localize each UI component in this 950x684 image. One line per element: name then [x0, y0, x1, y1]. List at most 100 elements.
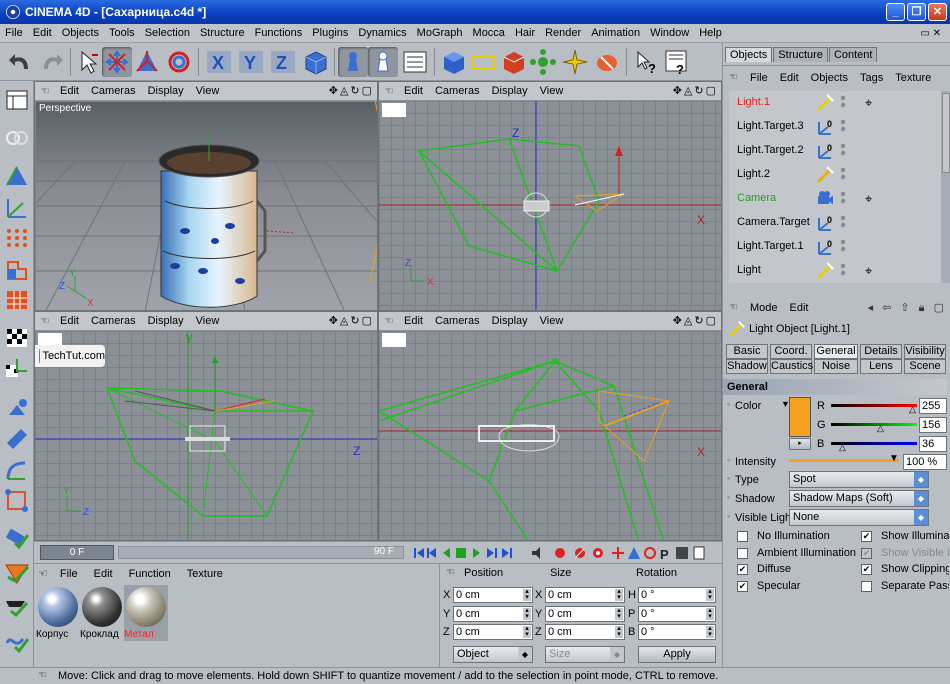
menu-hair[interactable]: Hair: [510, 27, 540, 39]
viewport-nav-icons[interactable]: ✥◬↻▢: [329, 314, 374, 327]
current-frame-field[interactable]: 0 F: [40, 545, 114, 560]
blue-value-field[interactable]: 36: [919, 436, 947, 452]
intensity-slider-handle[interactable]: ▼: [889, 453, 899, 464]
visibility-dots[interactable]: [841, 119, 846, 133]
color-picker-button[interactable]: ▸: [789, 438, 811, 450]
enable-axis-icon[interactable]: [3, 525, 31, 551]
viewport-menu-cameras[interactable]: Cameras: [431, 85, 488, 97]
spline-icon[interactable]: [468, 47, 498, 77]
render-view-icon[interactable]: ?: [632, 47, 662, 77]
separate-pass-checkbox[interactable]: [861, 581, 872, 592]
objects-hand-icon[interactable]: ☜: [723, 72, 744, 83]
objects-menu-tags[interactable]: Tags: [854, 72, 889, 84]
spline-edit-icon[interactable]: [3, 629, 31, 655]
color-swatch[interactable]: [789, 397, 811, 437]
layout-icon[interactable]: [3, 87, 31, 113]
keyframe-selection-icon[interactable]: [593, 548, 603, 558]
blue-slider-handle[interactable]: △: [839, 442, 846, 453]
tab-general[interactable]: General: [814, 344, 858, 359]
menu-animation[interactable]: Animation: [586, 27, 645, 39]
sculpt-icon[interactable]: [3, 395, 31, 421]
sound-icon[interactable]: [532, 547, 540, 559]
viewport-top[interactable]: ☜ Edit Cameras Display View ✥◬↻▢ X: [378, 311, 722, 541]
size-z-field[interactable]: 0 cm ▴ ▾: [545, 624, 625, 640]
show-illumination-checkbox[interactable]: ✔: [861, 531, 872, 542]
rotation-p-field[interactable]: 0 ° ▴ ▾: [638, 606, 716, 622]
timeline-options-icon[interactable]: [693, 546, 705, 560]
material-menu-file[interactable]: File: [52, 568, 86, 580]
position-track-icon[interactable]: [612, 547, 624, 559]
viewport-hand-icon[interactable]: ☜: [382, 86, 396, 97]
array-icon[interactable]: [528, 47, 558, 77]
no-illumination-checkbox[interactable]: [737, 531, 748, 542]
menu-render[interactable]: Render: [540, 27, 586, 39]
auto-key-icon[interactable]: [575, 548, 585, 558]
viewport-menu-edit[interactable]: Edit: [400, 85, 431, 97]
polygons-mode-icon[interactable]: [3, 225, 31, 251]
tab-noise[interactable]: Noise: [814, 359, 858, 374]
target-tag-icon[interactable]: ⌖: [865, 264, 872, 277]
scale-icon[interactable]: [132, 47, 162, 77]
checkerboard-icon[interactable]: [3, 325, 31, 351]
viewport-menu-display[interactable]: Display: [144, 315, 192, 327]
material-menu-texture[interactable]: Texture: [179, 568, 231, 580]
object-row-camera[interactable]: Camera ⌖: [729, 187, 941, 211]
material-item[interactable]: Метал: [124, 585, 168, 641]
material-menu-edit[interactable]: Edit: [86, 568, 121, 580]
viewport-menu-edit[interactable]: Edit: [56, 315, 87, 327]
menu-window[interactable]: Window: [645, 27, 694, 39]
intensity-field[interactable]: 100 %: [903, 454, 947, 470]
x-axis-lock-icon[interactable]: X: [204, 47, 234, 77]
menu-objects[interactable]: Objects: [57, 27, 104, 39]
viewport-menu-cameras[interactable]: Cameras: [431, 315, 488, 327]
object-row-light-target-2[interactable]: Light.Target.2 0: [729, 139, 941, 163]
minimize-button[interactable]: _: [886, 3, 905, 21]
tab-scene[interactable]: Scene: [904, 359, 946, 374]
visibility-dots[interactable]: [841, 191, 846, 205]
rotate-icon[interactable]: [164, 47, 194, 77]
ambient-illumination-checkbox[interactable]: [737, 548, 748, 559]
material-menu-function[interactable]: Function: [121, 568, 179, 580]
viewport-hand-icon[interactable]: ☜: [382, 316, 396, 327]
attributes-menu-edit[interactable]: Edit: [784, 302, 815, 314]
undo-icon[interactable]: [6, 47, 36, 77]
menu-structure[interactable]: Structure: [195, 27, 250, 39]
menu-mograph[interactable]: MoGraph: [412, 27, 468, 39]
attributes-menu-mode[interactable]: Mode: [744, 302, 784, 314]
tab-content[interactable]: Content: [828, 47, 878, 62]
visibility-dots[interactable]: [841, 143, 846, 157]
z-axis-lock-icon[interactable]: Z: [268, 47, 298, 77]
attributes-hand-icon[interactable]: ☜: [723, 302, 744, 313]
tab-structure[interactable]: Structure: [773, 47, 828, 62]
objects-menu-file[interactable]: File: [744, 72, 774, 84]
size-x-field[interactable]: 0 cm ▴ ▾: [545, 587, 625, 603]
object-row-light-1[interactable]: Light.1 ⌖: [729, 91, 941, 115]
uv-points-icon[interactable]: [3, 257, 31, 283]
menu-dynamics[interactable]: Dynamics: [353, 27, 411, 39]
nurbs-icon[interactable]: [498, 47, 528, 77]
scrollbar-thumb[interactable]: [942, 93, 950, 173]
visible-light-dropdown[interactable]: None ◆: [789, 509, 929, 526]
visibility-dots[interactable]: [841, 239, 846, 253]
position-y-field[interactable]: 0 cm ▴ ▾: [453, 606, 533, 622]
viewport-perspective[interactable]: ☜ Edit Cameras Display View ✥◬↻▢ Y X Z P…: [34, 81, 378, 311]
viewport-menu-edit[interactable]: Edit: [56, 85, 87, 97]
y-axis-lock-icon[interactable]: Y: [236, 47, 266, 77]
menu-plugins[interactable]: Plugins: [307, 27, 353, 39]
green-value-field[interactable]: 156: [919, 417, 947, 433]
objects-menu-edit[interactable]: Edit: [774, 72, 805, 84]
viewport-menu-edit[interactable]: Edit: [400, 315, 431, 327]
objects-menu-objects[interactable]: Objects: [805, 72, 854, 84]
move-tool-button[interactable]: [102, 47, 132, 77]
visibility-dots[interactable]: [841, 263, 846, 277]
menu-help[interactable]: Help: [694, 27, 727, 39]
viewport-nav-icons[interactable]: ✥◬↻▢: [329, 84, 374, 97]
coordinate-system-icon[interactable]: [300, 47, 330, 77]
diffuse-checkbox[interactable]: ✔: [737, 564, 748, 575]
red-slider-track[interactable]: [831, 404, 917, 407]
cube-primitive-icon[interactable]: [438, 47, 468, 77]
viewport-menu-view[interactable]: View: [536, 85, 572, 97]
viewport-menu-view[interactable]: View: [192, 315, 228, 327]
type-dropdown[interactable]: Spot ◆: [789, 471, 929, 488]
redo-icon[interactable]: [36, 47, 66, 77]
